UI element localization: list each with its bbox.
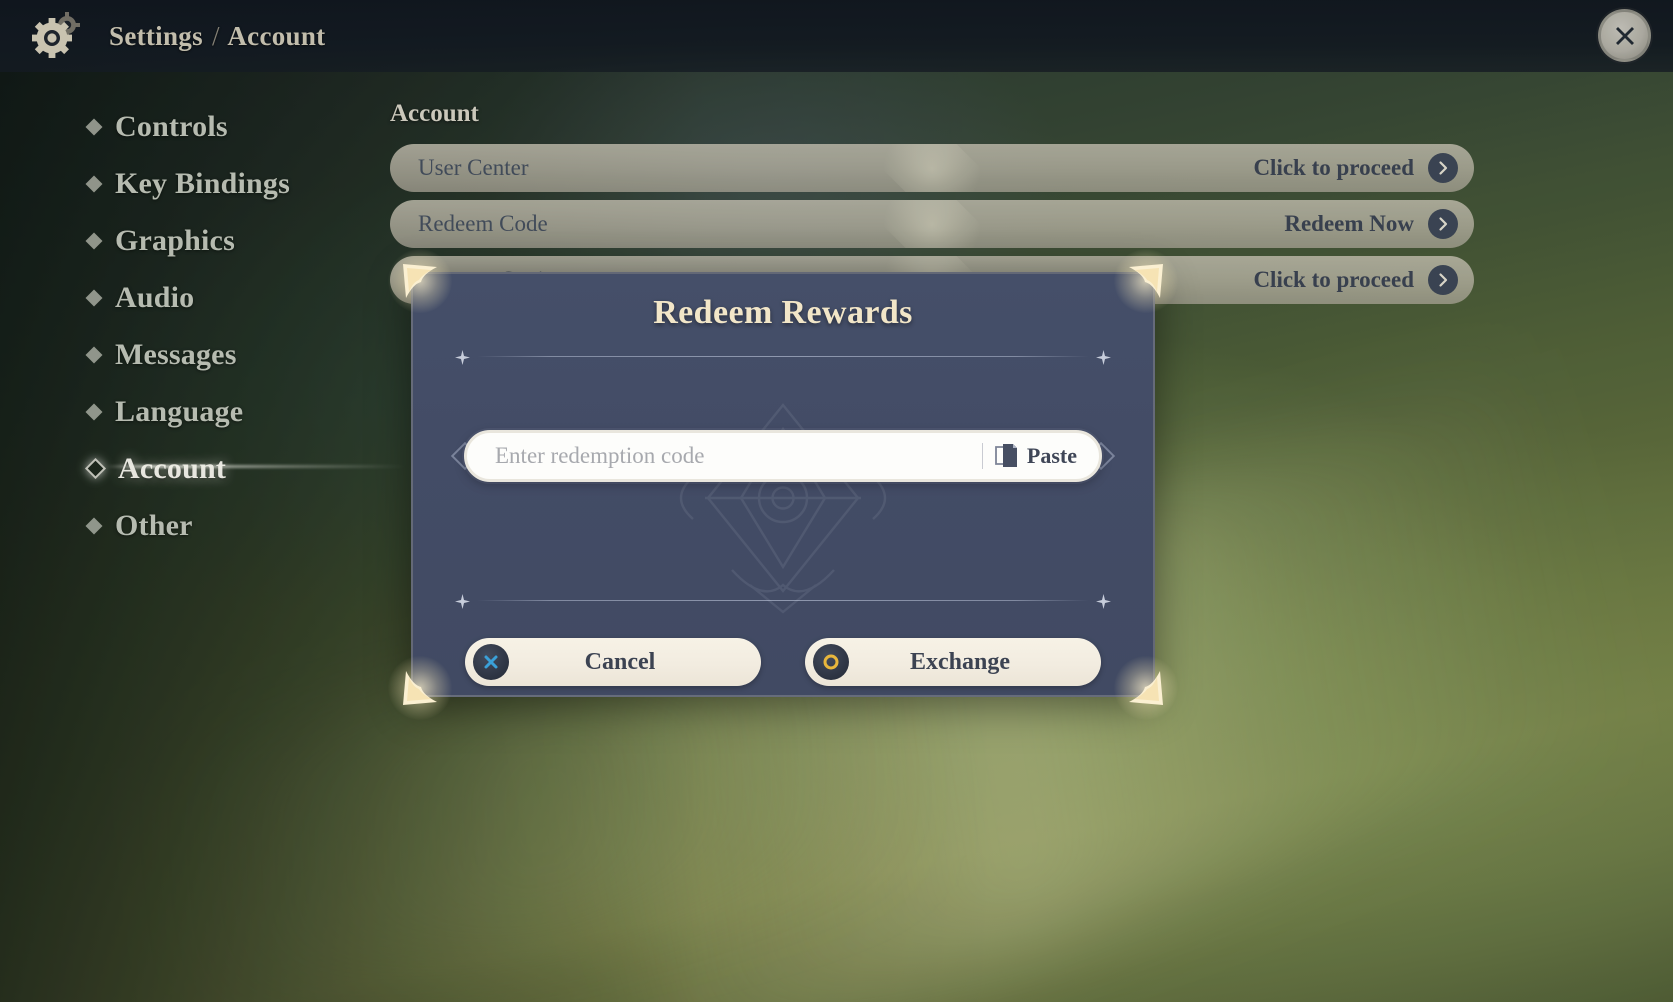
field-divider	[981, 443, 983, 469]
dialog-title: Redeem Rewards	[653, 294, 913, 331]
exchange-button[interactable]: Exchange	[805, 638, 1101, 686]
clipboard-copy-icon	[995, 444, 1017, 467]
cancel-button[interactable]: Cancel	[465, 638, 761, 686]
divider-bottom	[455, 594, 1111, 609]
sparkle-ornament-icon	[455, 594, 470, 609]
divider-top	[455, 350, 1111, 365]
paste-label: Paste	[1026, 443, 1077, 468]
cancel-label: Cancel	[584, 648, 656, 675]
dialog-actions: Cancel Exchange	[413, 638, 1153, 686]
decorative-emblem-watermark	[679, 402, 887, 614]
redemption-code-input[interactable]	[495, 433, 976, 479]
sparkle-ornament-icon	[455, 350, 470, 365]
paste-button[interactable]: Paste	[995, 443, 1087, 469]
redemption-code-field[interactable]: Paste	[464, 430, 1102, 482]
sparkle-ornament-icon	[1096, 350, 1111, 365]
game-settings-screen: Settings / Account Controls Key Bindings…	[0, 0, 1673, 1002]
cross-circle-icon	[473, 644, 509, 680]
redemption-code-row: Paste	[413, 430, 1153, 482]
exchange-label: Exchange	[909, 648, 1010, 675]
sparkle-ornament-icon	[1096, 594, 1111, 609]
redeem-rewards-dialog: Redeem Rewards Enter redemption code Pas…	[388, 249, 1178, 720]
ring-circle-icon	[813, 644, 849, 680]
